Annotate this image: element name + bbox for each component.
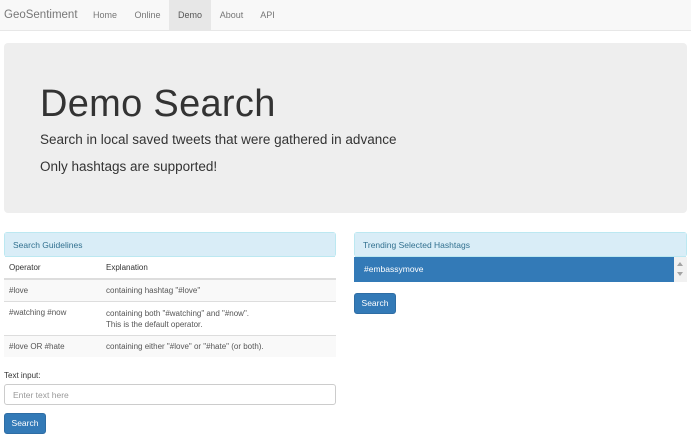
table-row: #watching #now containing both "#watchin… bbox=[4, 300, 336, 335]
guidelines-table: Operator Explanation #love containing ha… bbox=[4, 257, 336, 357]
nav-item-online[interactable]: Online bbox=[126, 0, 169, 30]
brand-link[interactable]: GeoSentiment bbox=[4, 9, 78, 21]
table-row: #love containing hashtag "#love" bbox=[4, 278, 336, 301]
operator-cell: #watching #now bbox=[4, 300, 101, 335]
nav-item-home[interactable]: Home bbox=[84, 0, 126, 30]
scroll-up-arrow-icon[interactable] bbox=[677, 262, 683, 266]
text-input-label: Text input: bbox=[4, 371, 41, 380]
guidelines-panel-heading: Search Guidelines bbox=[5, 233, 335, 257]
nav-item-api[interactable]: API bbox=[252, 0, 283, 30]
jumbotron: Demo Search Search in local saved tweets… bbox=[4, 43, 687, 213]
trending-hashtag-list[interactable]: #embassymove bbox=[354, 257, 687, 282]
explanation-note: This is the default operator. bbox=[106, 319, 203, 329]
explanation-cell: containing hashtag "#love" bbox=[101, 278, 336, 301]
nav-item-demo[interactable]: Demo bbox=[169, 0, 211, 30]
list-scrollbar[interactable] bbox=[674, 257, 687, 282]
operator-cell: #love bbox=[4, 278, 101, 301]
column-header-operator: Operator bbox=[4, 257, 101, 280]
top-navbar: GeoSentiment Home Online Demo About API bbox=[0, 0, 691, 31]
guidelines-panel: Search Guidelines bbox=[4, 232, 336, 257]
explanation-text: containing both "#watching" and "#now". bbox=[106, 308, 250, 318]
trending-panel: Trending Selected Hashtags bbox=[354, 232, 687, 257]
jumbotron-note: Only hashtags are supported! bbox=[40, 159, 218, 174]
trending-search-button[interactable]: Search bbox=[354, 293, 396, 314]
column-header-explanation: Explanation bbox=[101, 257, 336, 280]
explanation-cell: containing either "#love" or "#hate" (or… bbox=[101, 334, 336, 357]
nav-item-about[interactable]: About bbox=[211, 0, 252, 30]
scroll-down-arrow-icon[interactable] bbox=[677, 272, 683, 276]
operator-cell: #love OR #hate bbox=[4, 334, 101, 357]
hashtag-option-selected[interactable]: #embassymove bbox=[354, 257, 674, 282]
explanation-cell: containing both "#watching" and "#now". … bbox=[101, 300, 336, 335]
table-row: #love OR #hate containing either "#love"… bbox=[4, 334, 336, 357]
page-title: Demo Search bbox=[40, 83, 276, 125]
trending-panel-heading: Trending Selected Hashtags bbox=[355, 233, 686, 257]
search-button[interactable]: Search bbox=[4, 413, 46, 434]
hashtag-search-input[interactable] bbox=[4, 384, 336, 405]
jumbotron-description: Search in local saved tweets that were g… bbox=[40, 132, 397, 147]
